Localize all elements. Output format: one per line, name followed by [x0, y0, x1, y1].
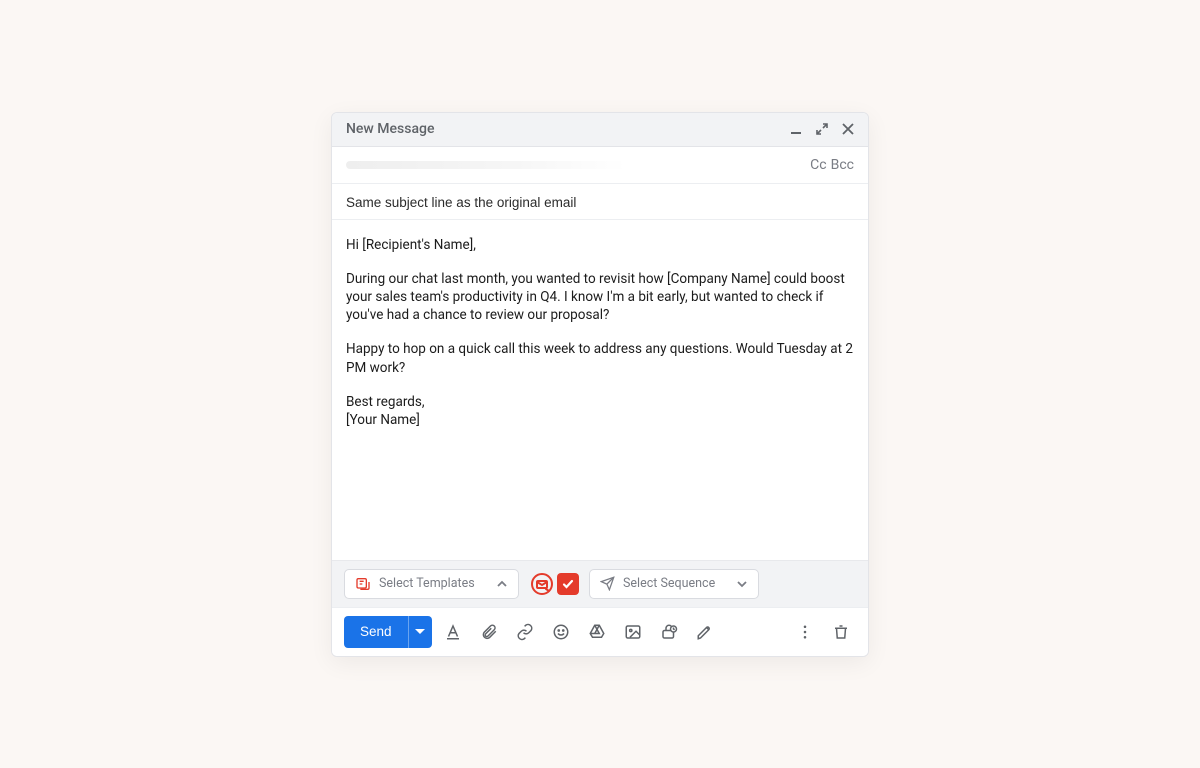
- text-format-icon[interactable]: [438, 617, 468, 647]
- select-templates-button[interactable]: Select Templates: [344, 569, 519, 599]
- body-paragraph-1: During our chat last month, you wanted t…: [346, 270, 854, 325]
- close-icon[interactable]: [842, 123, 854, 135]
- bcc-button[interactable]: Bcc: [831, 157, 854, 173]
- cc-button[interactable]: Cc: [810, 157, 826, 173]
- chevron-down-icon: [736, 578, 748, 590]
- chevron-up-icon: [496, 578, 508, 590]
- select-sequence-button[interactable]: Select Sequence: [589, 569, 759, 599]
- window-title: New Message: [346, 121, 434, 137]
- link-icon[interactable]: [510, 617, 540, 647]
- minimize-icon[interactable]: [790, 123, 802, 135]
- emoji-icon[interactable]: [546, 617, 576, 647]
- body-paragraph-2: Happy to hop on a quick call this week t…: [346, 340, 854, 376]
- expand-icon[interactable]: [816, 123, 828, 135]
- titlebar: New Message: [332, 113, 868, 147]
- body-signoff: Best regards, [Your Name]: [346, 393, 854, 429]
- template-icon: [355, 576, 371, 592]
- email-body[interactable]: Hi [Recipient's Name], During our chat l…: [332, 220, 868, 560]
- tracking-badges: [529, 571, 579, 597]
- window-controls: [790, 123, 854, 135]
- subject-row: [332, 183, 868, 220]
- subject-input[interactable]: [346, 195, 854, 210]
- body-greeting: Hi [Recipient's Name],: [346, 236, 854, 254]
- drive-icon[interactable]: [582, 617, 612, 647]
- email-tracking-icon[interactable]: [529, 571, 555, 597]
- sequence-label: Select Sequence: [623, 576, 715, 591]
- trash-icon[interactable]: [826, 617, 856, 647]
- compose-toolbar: Send: [332, 607, 868, 656]
- send-more-button[interactable]: [408, 616, 432, 648]
- confidential-icon[interactable]: [654, 617, 684, 647]
- send-group: Send: [344, 616, 432, 648]
- recipient-placeholder: [346, 161, 626, 169]
- compose-window: New Message Cc Bcc Hi [Recipient': [331, 112, 869, 657]
- image-icon[interactable]: [618, 617, 648, 647]
- check-badge-icon[interactable]: [557, 573, 579, 595]
- attach-icon[interactable]: [474, 617, 504, 647]
- signature-icon[interactable]: [690, 617, 720, 647]
- templates-label: Select Templates: [379, 576, 475, 591]
- sequence-icon: [600, 576, 615, 591]
- more-options-icon[interactable]: [790, 617, 820, 647]
- recipients-row[interactable]: Cc Bcc: [332, 147, 868, 183]
- extension-toolbar: Select Templates Select Sequence: [332, 560, 868, 607]
- send-button[interactable]: Send: [344, 616, 408, 648]
